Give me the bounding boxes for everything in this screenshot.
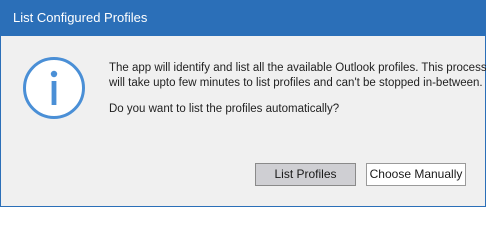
dialog-window: List Configured Profiles The app will id… — [0, 0, 486, 207]
title-bar[interactable]: List Configured Profiles — [1, 1, 485, 36]
choose-manually-button[interactable]: Choose Manually — [366, 163, 466, 186]
list-profiles-button[interactable]: List Profiles — [255, 163, 356, 186]
message-line-1: The app will identify and list all the a… — [109, 62, 486, 74]
message-line-2: will take upto few minutes to list profi… — [109, 77, 483, 89]
info-message: The app will identify and list all the a… — [109, 61, 486, 91]
info-icon — [23, 57, 85, 119]
dialog-content: The app will identify and list all the a… — [1, 36, 486, 206]
dialog-title: List Configured Profiles — [13, 10, 148, 25]
confirm-question: Do you want to list the profiles automat… — [109, 103, 340, 115]
